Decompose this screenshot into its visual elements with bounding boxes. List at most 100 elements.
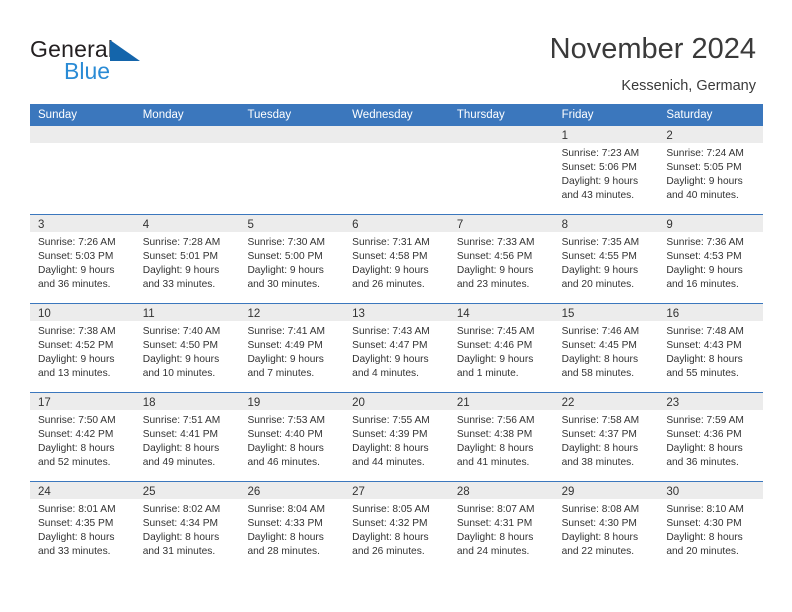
day-detail-line: Sunrise: 7:55 AM <box>352 415 430 426</box>
day-number-band: 22 <box>553 393 659 410</box>
calendar-day-cell[interactable]: 7 Sunrise: 7:33 AM Sunset: 4:56 PM Daylight… <box>448 215 554 303</box>
day-number: 13 <box>352 308 365 320</box>
day-number: 5 <box>247 219 254 231</box>
day-number-band: 17 <box>30 393 135 410</box>
day-details: Sunrise: 7:23 AM Sunset: 5:06 PM Daylight:… <box>554 143 659 203</box>
day-number-band: 23 <box>658 393 764 410</box>
day-number-band: 20 <box>344 393 449 410</box>
calendar-day-cell[interactable]: 5 Sunrise: 7:30 AM Sunset: 5:00 PM Daylight… <box>239 215 345 303</box>
calendar-day-cell[interactable]: 14 Sunrise: 7:45 AM Sunset: 4:46 PM Dayligh… <box>448 304 554 392</box>
day-detail-line: Sunrise: 7:33 AM <box>456 237 535 248</box>
calendar-day-cell[interactable]: 17 Sunrise: 7:50 AM Sunset: 4:42 PM Dayligh… <box>30 393 135 481</box>
day-detail-line: Daylight: 9 hours <box>142 265 220 277</box>
calendar-day-cell[interactable]: 2 Sunrise: 7:24 AM Sunset: 5:05 PM Daylight… <box>658 126 764 214</box>
calendar-day-cell[interactable]: 28 Sunrise: 8:07 AM Sunset: 4:31 PM Dayligh… <box>448 482 554 570</box>
calendar-day-cell[interactable]: 13 Sunrise: 7:43 AM Sunset: 4:47 PM Dayligh… <box>344 304 449 392</box>
day-number: 4 <box>142 219 150 231</box>
day-detail-line: Daylight: 9 hours <box>247 265 324 277</box>
day-detail-line: Daylight: 8 hours <box>142 443 220 455</box>
day-number-band: 30 <box>658 482 764 499</box>
day-details <box>239 143 344 147</box>
day-detail-line: and 30 minutes. <box>247 279 320 291</box>
day-detail-line: Daylight: 8 hours <box>561 532 639 544</box>
day-detail-line: Sunset: 4:43 PM <box>666 340 742 352</box>
day-detail-line: Daylight: 8 hours <box>666 532 743 544</box>
day-detail-line: Sunset: 4:56 PM <box>456 251 533 263</box>
day-details: Sunrise: 7:56 AM Sunset: 4:38 PM Daylight:… <box>449 410 554 470</box>
day-details: Sunrise: 8:02 AM Sunset: 4:34 PM Daylight:… <box>135 499 240 559</box>
day-number-band: 11 <box>134 304 240 321</box>
day-detail-line: and 49 minutes. <box>142 457 216 469</box>
calendar-day-cell[interactable]: 18 Sunrise: 7:51 AM Sunset: 4:41 PM Dayligh… <box>134 393 240 481</box>
calendar-day-cell[interactable]: 19 Sunrise: 7:53 AM Sunset: 4:40 PM Dayligh… <box>239 393 345 481</box>
weekday-header-saturday: Saturday <box>666 109 713 121</box>
calendar-day-cell[interactable]: 30 Sunrise: 8:10 AM Sunset: 4:30 PM Dayligh… <box>658 482 764 570</box>
calendar-day-cell[interactable]: 8 Sunrise: 7:35 AM Sunset: 4:55 PM Daylight… <box>553 215 659 303</box>
day-details: Sunrise: 7:31 AM Sunset: 4:58 PM Daylight:… <box>344 232 449 292</box>
day-detail-line: Sunset: 5:00 PM <box>247 251 323 263</box>
calendar-day-cell[interactable]: 11 Sunrise: 7:40 AM Sunset: 4:50 PM Dayligh… <box>134 304 240 392</box>
calendar-day-cell[interactable]: 10 Sunrise: 7:38 AM Sunset: 4:52 PM Dayligh… <box>30 304 135 392</box>
calendar-day-cell[interactable]: 23 Sunrise: 7:59 AM Sunset: 4:36 PM Dayligh… <box>658 393 764 481</box>
day-detail-line: Daylight: 8 hours <box>352 532 429 544</box>
calendar-day-cell[interactable]: 27 Sunrise: 8:05 AM Sunset: 4:32 PM Dayligh… <box>344 482 449 570</box>
day-detail-line: Sunset: 4:42 PM <box>38 429 114 441</box>
calendar-day-cell[interactable]: 15 Sunrise: 7:46 AM Sunset: 4:45 PM Dayligh… <box>553 304 659 392</box>
calendar-day-cell[interactable]: 26 Sunrise: 8:04 AM Sunset: 4:33 PM Dayligh… <box>239 482 345 570</box>
day-number: 25 <box>142 486 156 498</box>
day-number: 22 <box>561 397 575 409</box>
day-detail-line: Sunset: 4:53 PM <box>666 251 742 263</box>
calendar-day-cell[interactable]: 3 Sunrise: 7:26 AM Sunset: 5:03 PM Daylight… <box>30 215 135 303</box>
calendar-day-cell[interactable]: 25 Sunrise: 8:02 AM Sunset: 4:34 PM Dayligh… <box>134 482 240 570</box>
day-detail-line: Sunrise: 7:50 AM <box>38 415 116 426</box>
day-detail-line: Sunset: 4:41 PM <box>142 429 219 441</box>
calendar-day-cell[interactable]: 12 Sunrise: 7:41 AM Sunset: 4:49 PM Dayligh… <box>239 304 345 392</box>
day-details: Sunrise: 7:38 AM Sunset: 4:52 PM Daylight:… <box>30 321 135 381</box>
day-details <box>135 143 240 147</box>
calendar-day-cell[interactable]: 16 Sunrise: 7:48 AM Sunset: 4:43 PM Dayligh… <box>658 304 764 392</box>
day-number-band: 10 <box>30 304 135 321</box>
day-number: 23 <box>666 397 680 409</box>
day-details: Sunrise: 8:04 AM Sunset: 4:33 PM Daylight:… <box>239 499 344 559</box>
day-number: 18 <box>142 397 156 409</box>
day-number-band: 24 <box>30 482 135 499</box>
day-details: Sunrise: 7:46 AM Sunset: 4:45 PM Daylight:… <box>554 321 659 381</box>
day-number: 28 <box>456 486 470 498</box>
day-number: 11 <box>142 308 155 320</box>
calendar-day-cell[interactable]: 29 Sunrise: 8:08 AM Sunset: 4:30 PM Dayligh… <box>553 482 659 570</box>
calendar-week-row: 1 Sunrise: 7:23 AM Sunset: 5:06 PM Daylight… <box>30 126 764 214</box>
day-detail-line: Sunrise: 8:10 AM <box>666 504 744 515</box>
day-details <box>344 143 449 147</box>
day-number: 30 <box>666 486 680 498</box>
calendar-day-cell[interactable]: 21 Sunrise: 7:56 AM Sunset: 4:38 PM Dayligh… <box>448 393 554 481</box>
day-details: Sunrise: 7:51 AM Sunset: 4:41 PM Daylight:… <box>135 410 240 470</box>
calendar-day-cell-empty <box>134 126 240 214</box>
day-detail-line: Daylight: 9 hours <box>247 354 324 366</box>
day-detail-line: Daylight: 8 hours <box>666 443 743 455</box>
calendar-week-row: 17 Sunrise: 7:50 AM Sunset: 4:42 PM Dayligh… <box>30 392 764 481</box>
day-number: 14 <box>456 308 470 320</box>
day-detail-line: Sunrise: 8:05 AM <box>352 504 430 515</box>
day-number: 2 <box>666 130 673 142</box>
calendar-day-cell[interactable]: 6 Sunrise: 7:31 AM Sunset: 4:58 PM Daylight… <box>344 215 449 303</box>
calendar-day-cell[interactable]: 1 Sunrise: 7:23 AM Sunset: 5:06 PM Daylight… <box>553 126 659 214</box>
day-detail-line: Daylight: 8 hours <box>38 443 115 455</box>
day-number-band: 15 <box>553 304 659 321</box>
day-details: Sunrise: 8:07 AM Sunset: 4:31 PM Daylight:… <box>449 499 554 559</box>
day-details: Sunrise: 8:05 AM Sunset: 4:32 PM Daylight:… <box>344 499 449 559</box>
day-number: 29 <box>561 486 575 498</box>
day-number-band: 21 <box>448 393 554 410</box>
calendar-day-cell[interactable]: 20 Sunrise: 7:55 AM Sunset: 4:39 PM Dayligh… <box>344 393 449 481</box>
calendar-day-cell[interactable]: 24 Sunrise: 8:01 AM Sunset: 4:35 PM Dayligh… <box>30 482 135 570</box>
day-detail-line: Sunset: 4:32 PM <box>352 518 428 530</box>
day-number: 20 <box>352 397 365 409</box>
day-detail-line: and 43 minutes. <box>561 190 635 202</box>
calendar-day-cell[interactable]: 22 Sunrise: 7:58 AM Sunset: 4:37 PM Dayligh… <box>553 393 659 481</box>
day-detail-line: Sunset: 4:40 PM <box>247 429 323 441</box>
day-detail-line: Sunset: 4:36 PM <box>666 429 742 441</box>
calendar-day-cell[interactable]: 9 Sunrise: 7:36 AM Sunset: 4:53 PM Daylight… <box>658 215 764 303</box>
calendar-day-cell[interactable]: 4 Sunrise: 7:28 AM Sunset: 5:01 PM Daylight… <box>134 215 240 303</box>
day-detail-line: and 4 minutes. <box>352 368 419 380</box>
logo-triangle-icon <box>110 40 140 61</box>
day-details: Sunrise: 7:40 AM Sunset: 4:50 PM Daylight:… <box>135 321 240 381</box>
